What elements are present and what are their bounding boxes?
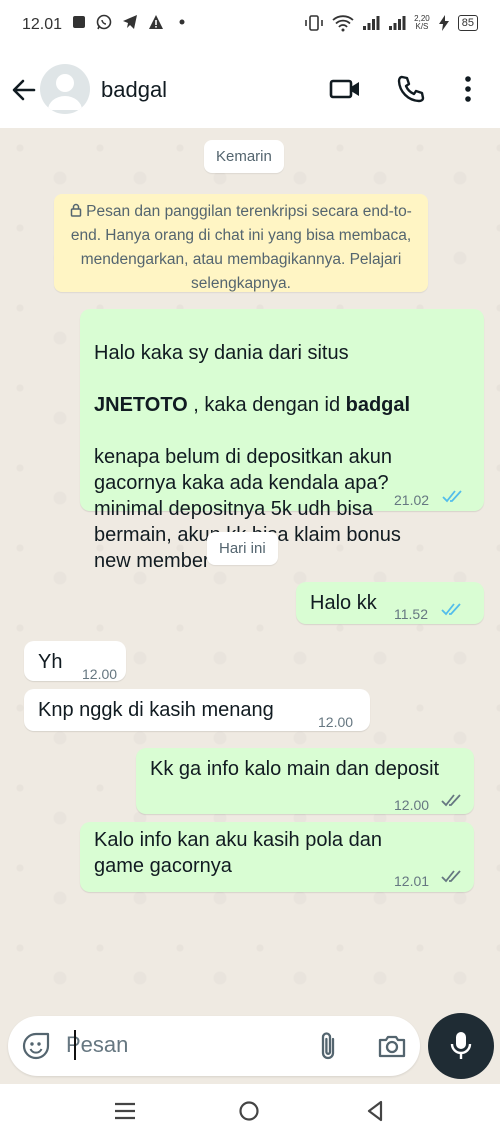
battery-icon: 85 (457, 15, 478, 31)
delivered-ticks-icon (441, 870, 461, 883)
status-bar: 12.01 2,20 K/S 85 (0, 0, 500, 52)
message-time: 12.00 (82, 666, 118, 682)
home-icon[interactable] (236, 1098, 262, 1124)
message-text: Kk ga info kalo main dan deposit (150, 758, 440, 780)
wifi-icon (332, 15, 354, 32)
charging-icon (438, 15, 449, 31)
message-composer: Pesan (8, 1016, 420, 1076)
whatsapp-icon (96, 14, 112, 30)
read-ticks-icon (441, 603, 461, 616)
video-call-icon[interactable] (328, 74, 362, 104)
mic-icon (450, 1032, 472, 1059)
recent-apps-icon[interactable] (112, 1100, 138, 1122)
message-bubble-incoming[interactable]: Knp nggk di kasih menang 12.00 (24, 689, 370, 731)
nav-back-icon[interactable] (362, 1098, 388, 1124)
read-ticks-icon (442, 490, 462, 503)
lock-icon (70, 203, 82, 217)
message-bubble-outgoing[interactable]: Halo kk 11.52 (296, 582, 484, 624)
date-divider-yesterday: Kemarin (204, 140, 284, 173)
message-time: 11.52 (394, 606, 428, 622)
message-bubble-incoming[interactable]: Yh 12.00 (24, 641, 126, 682)
message-time: 12.00 (394, 797, 430, 813)
net-speed: 2,20 K/S (414, 14, 430, 31)
back-arrow-icon[interactable] (8, 74, 40, 106)
telegram-icon (123, 15, 137, 29)
camera-icon[interactable] (376, 1030, 408, 1062)
message-text: Knp nggk di kasih menang (38, 699, 274, 721)
contact-name[interactable]: badgal (101, 77, 167, 103)
warning-icon (149, 15, 163, 29)
date-divider-today: Hari ini (207, 532, 278, 565)
emoji-icon[interactable] (22, 1032, 50, 1060)
status-time: 12.01 (22, 16, 63, 33)
message-time: 21.02 (394, 492, 430, 508)
more-options-icon[interactable] (456, 74, 480, 104)
message-text: Halo kk (310, 592, 377, 614)
chat-header: badgal (0, 52, 500, 128)
gallery-icon (73, 16, 85, 28)
vibrate-icon (305, 15, 323, 31)
delivered-ticks-icon (441, 794, 461, 807)
text-cursor (74, 1030, 76, 1060)
signal-icon (389, 16, 406, 30)
message-text: Halo kaka sy dania dari situs JNETOTO , … (94, 342, 411, 572)
encryption-notice-text: Pesan dan panggilan terenkripsi secara e… (70, 203, 412, 292)
message-time: 12.01 (394, 873, 430, 889)
signal-icon (363, 16, 380, 30)
attach-icon[interactable] (314, 1030, 342, 1062)
message-bubble-outgoing[interactable]: Kalo info kan aku kasih pola dan game ga… (80, 822, 474, 892)
message-text: Yh (38, 651, 63, 673)
mic-button[interactable] (428, 1013, 494, 1079)
message-bubble-outgoing[interactable]: Halo kaka sy dania dari situs JNETOTO , … (80, 309, 484, 572)
message-text: Kalo info kan aku kasih pola dan game ga… (94, 829, 382, 877)
message-bubble-outgoing[interactable]: Kk ga info kalo main dan deposit 12.00 (136, 748, 474, 814)
encryption-notice[interactable]: Pesan dan panggilan terenkripsi secara e… (54, 194, 428, 292)
chat-area: Kemarin Pesan dan panggilan terenkripsi … (0, 128, 500, 1008)
voice-call-icon[interactable] (396, 74, 426, 104)
avatar[interactable] (40, 64, 90, 114)
message-time: 12.00 (318, 714, 354, 730)
system-nav-bar (0, 1084, 500, 1139)
dot-icon (179, 19, 185, 25)
